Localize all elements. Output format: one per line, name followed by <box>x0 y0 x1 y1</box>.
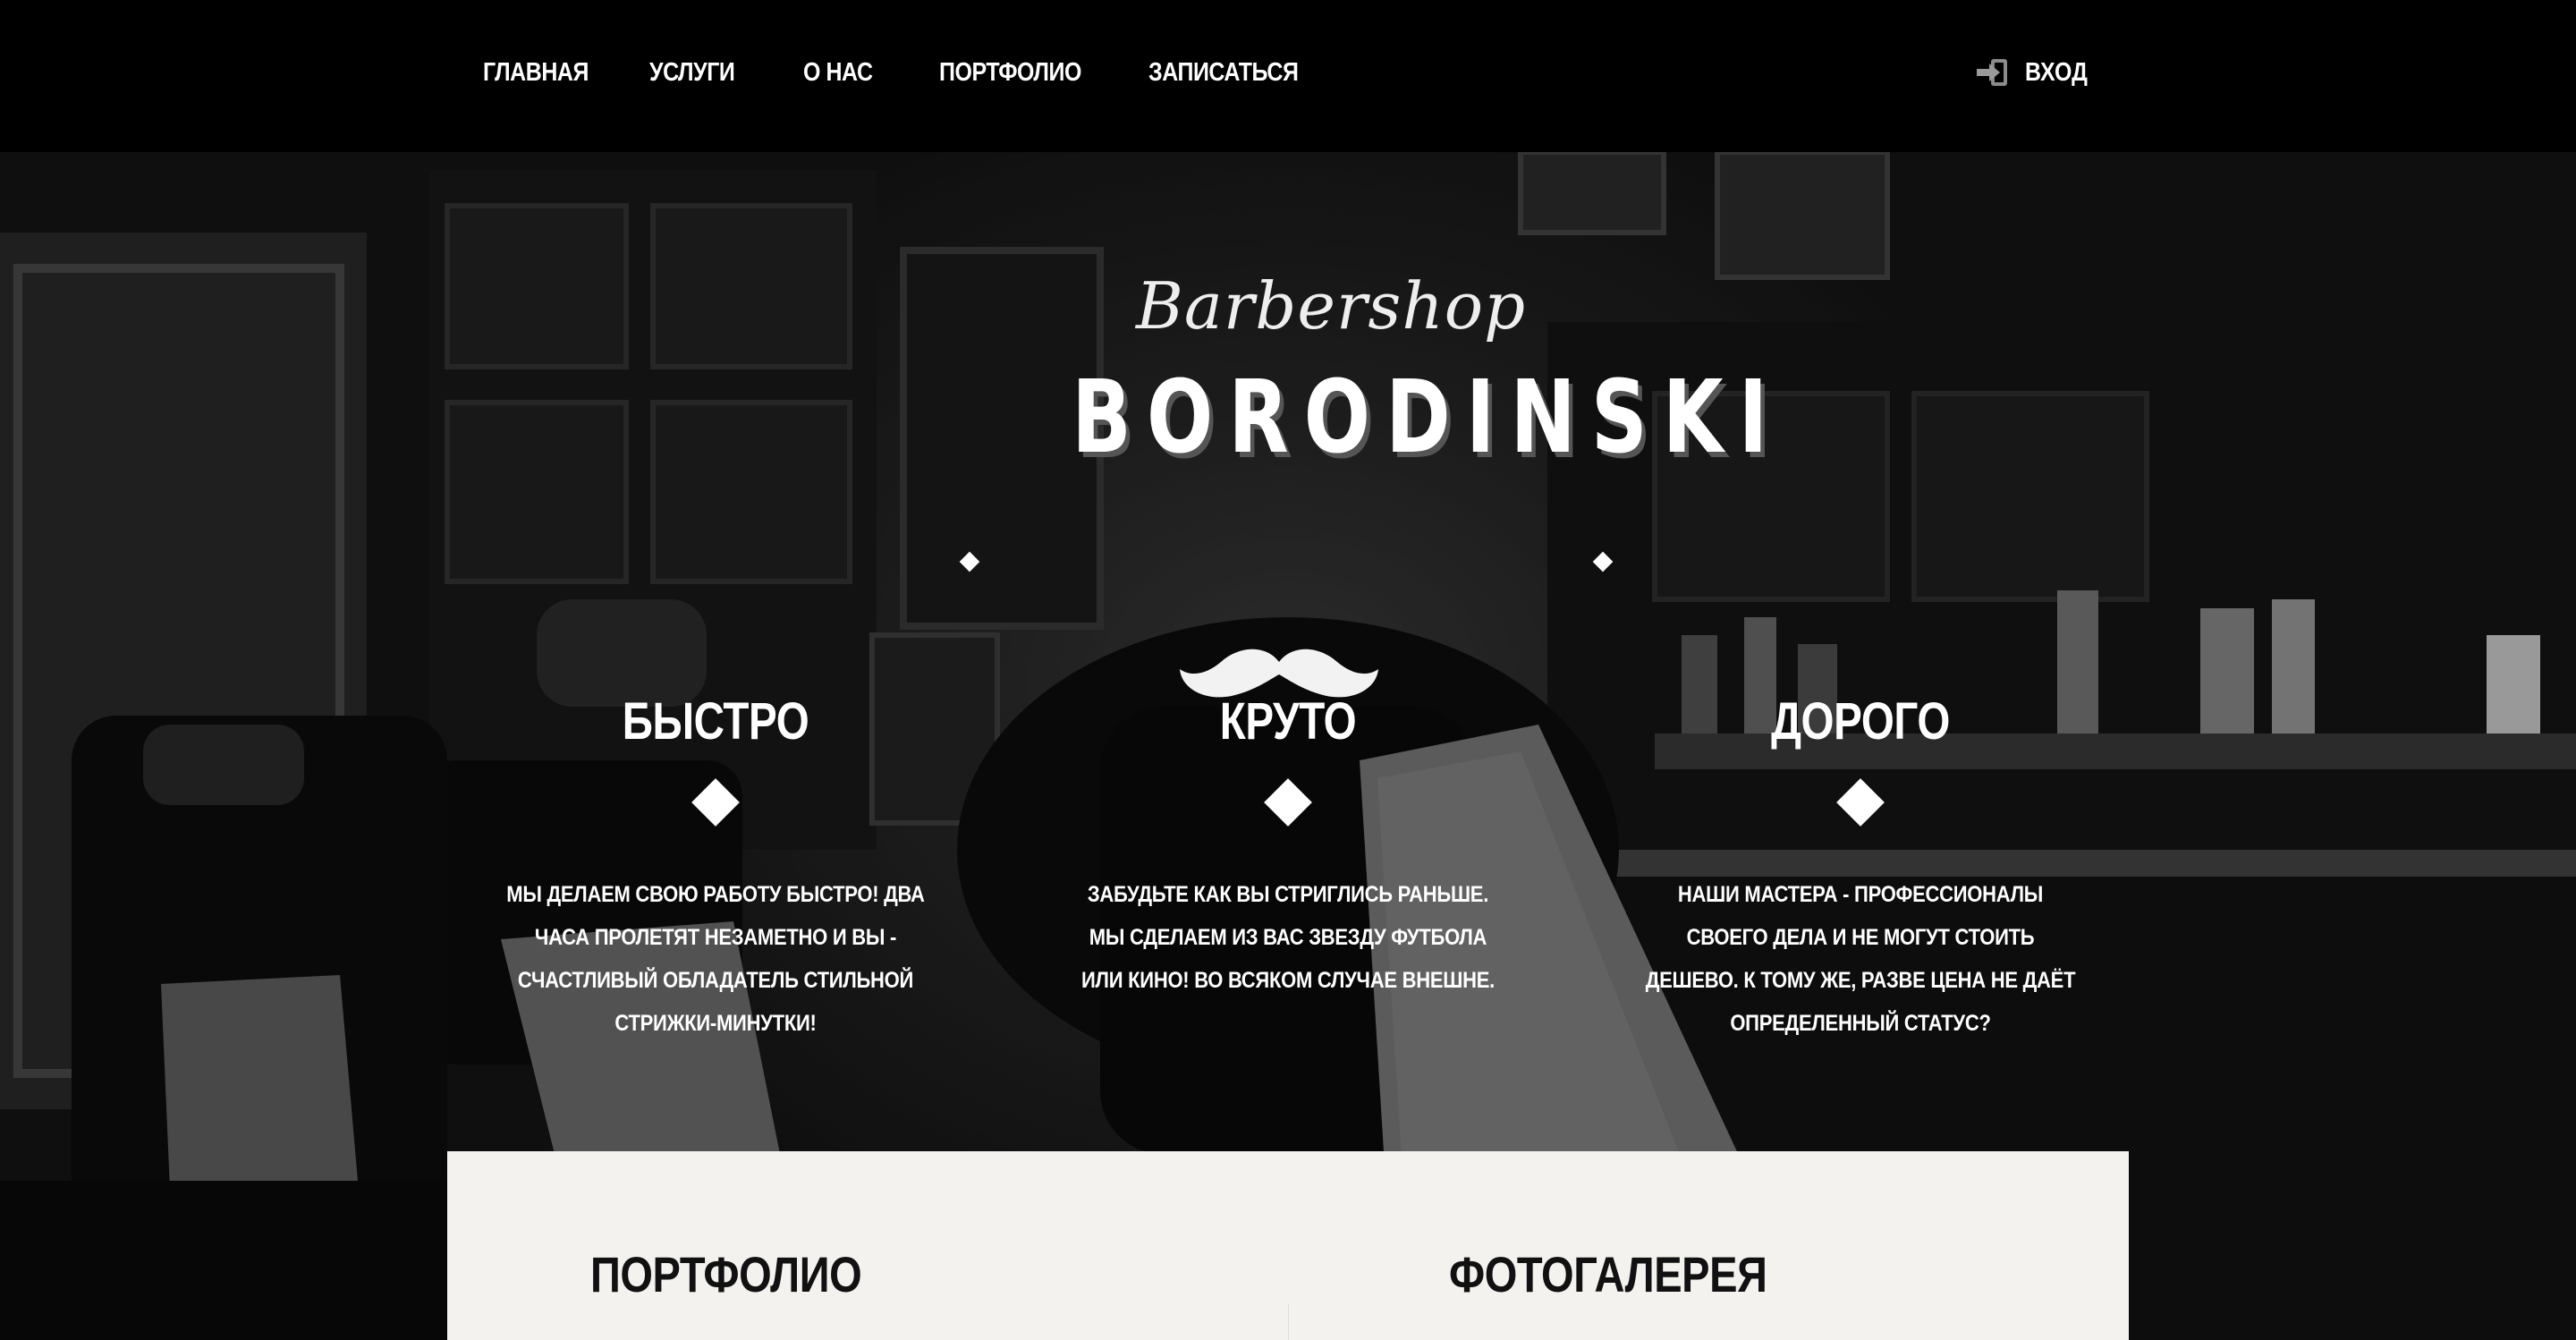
feature-expensive: ДОРОГО НАШИ МАСТЕРА - ПРОФЕССИОНАЛЫ СВОЕ… <box>1610 696 2111 1045</box>
nav-link-booking[interactable]: ЗАПИСАТЬСЯ <box>1148 54 1299 91</box>
portfolio-heading: ПОРТФОЛИО <box>590 1246 862 1302</box>
feature-text: ЗАБУДЬТЕ КАК ВЫ СТРИГЛИСЬ РАНЬШЕ. МЫ СДЕ… <box>1081 882 1495 993</box>
feature-text: МЫ ДЕЛАЕМ СВОЮ РАБОТУ БЫСТРО! ДВА ЧАСА П… <box>506 882 925 1036</box>
diamond-icon <box>691 778 740 827</box>
login-icon <box>1977 59 2007 86</box>
diamond-icon <box>1264 778 1312 827</box>
feature-text: НАШИ МАСТЕРА - ПРОФЕССИОНАЛЫ СВОЕГО ДЕЛА… <box>1645 882 2076 1036</box>
nav-link-home[interactable]: ГЛАВНАЯ <box>483 54 589 91</box>
feature-title: КРУТО <box>1219 692 1357 751</box>
feature-title: БЫСТРО <box>622 692 809 751</box>
nav-link-services[interactable]: УСЛУГИ <box>649 54 735 91</box>
feature-title: ДОРОГО <box>1771 692 1950 751</box>
nav-link-portfolio[interactable]: ПОРТФОЛИО <box>939 54 1081 91</box>
content-panel: ПОРТФОЛИО ФОТОГАЛЕРЕЯ <box>447 1151 2129 1340</box>
column-divider <box>1288 1303 1289 1340</box>
nav-link-about[interactable]: О НАС <box>803 54 873 91</box>
brand-script-text: Barbershop <box>1136 268 1527 343</box>
top-navigation-bar: ГЛАВНАЯ УСЛУГИ О НАС ПОРТФОЛИО ЗАПИСАТЬС… <box>0 0 2576 152</box>
login-link[interactable]: ВХОД <box>1975 54 2097 91</box>
diamond-icon <box>1836 778 1885 827</box>
gallery-heading: ФОТОГАЛЕРЕЯ <box>1449 1246 1767 1302</box>
brand-name: BORODINSKI <box>1072 360 1784 476</box>
feature-cool: КРУТО ЗАБУДЬТЕ КАК ВЫ СТРИГЛИСЬ РАНЬШЕ. … <box>1038 696 1538 1002</box>
login-label: ВХОД <box>2025 58 2088 87</box>
feature-fast: БЫСТРО МЫ ДЕЛАЕМ СВОЮ РАБОТУ БЫСТРО! ДВА… <box>465 696 966 1045</box>
